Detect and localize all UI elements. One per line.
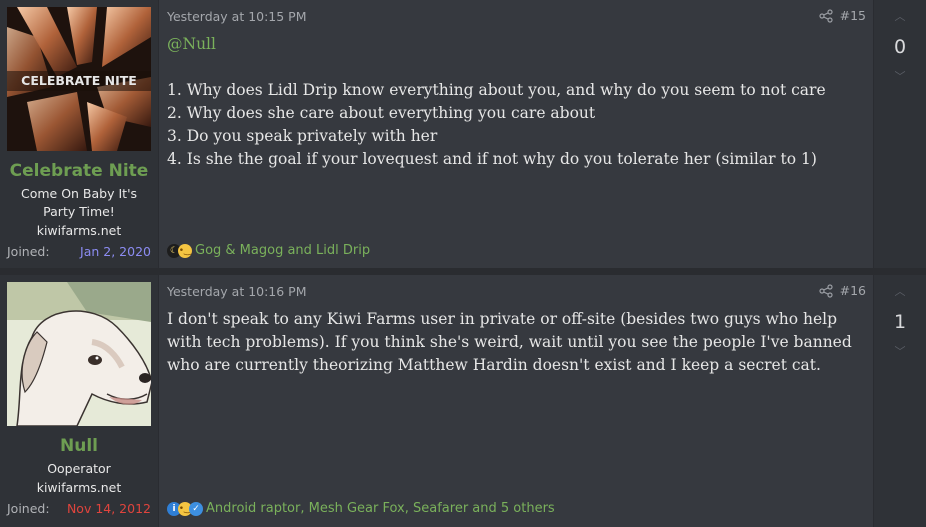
- downvote-icon[interactable]: ﹀: [874, 68, 926, 84]
- user-panel: Null Ooperator kiwifarms.net Joined: Nov…: [0, 275, 159, 527]
- post-main: Yesterday at 10:16 PM #16 I don't speak …: [159, 275, 873, 527]
- reaction-icons: i •‿ ✓: [167, 501, 203, 516]
- reactions-text[interactable]: Gog & Magog and Lidl Drip: [195, 243, 370, 258]
- joined-date: Jan 2, 2020: [80, 244, 151, 259]
- mention-link[interactable]: @Null: [167, 33, 865, 56]
- avatar[interactable]: [7, 282, 151, 426]
- vote-count: 0: [893, 36, 907, 58]
- user-site: kiwifarms.net: [36, 223, 122, 238]
- reactions-bar[interactable]: ☾ •‿ Gog & Magog and Lidl Drip: [167, 243, 370, 258]
- user-title: Ooperator: [47, 461, 111, 476]
- post-body: @Null 1. Why does Lidl Drip know everyth…: [167, 33, 865, 171]
- avatar-image: CELEBRATE NITE: [7, 7, 151, 151]
- thumbs-up-icon: ✓: [189, 501, 203, 516]
- post-date[interactable]: Yesterday at 10:15 PM: [167, 9, 307, 24]
- body-line: 3. Do you speak privately with her: [167, 127, 438, 145]
- share-icon[interactable]: [819, 284, 833, 298]
- downvote-icon[interactable]: ﹀: [874, 343, 926, 359]
- reaction-icons: ☾ •‿: [167, 243, 192, 258]
- username[interactable]: Null: [0, 436, 158, 456]
- post-15: CELEBRATE NITE Celebrate Nite Come On Ba…: [0, 0, 926, 268]
- body-line: 1. Why does Lidl Drip know everything ab…: [167, 81, 826, 99]
- joined-label: Joined:: [7, 244, 50, 259]
- post-number[interactable]: #15: [840, 8, 866, 23]
- thinking-face-icon: •‿: [178, 243, 192, 258]
- post-16: Null Ooperator kiwifarms.net Joined: Nov…: [0, 275, 926, 527]
- user-panel: CELEBRATE NITE Celebrate Nite Come On Ba…: [0, 0, 159, 268]
- reactions-text[interactable]: Android raptor, Mesh Gear Fox, Seafarer …: [206, 501, 555, 516]
- post-date[interactable]: Yesterday at 10:16 PM: [167, 284, 307, 299]
- vote-panel: ︿ 1 ﹀: [873, 275, 926, 527]
- avatar-image: [7, 282, 151, 426]
- post-body: I don't speak to any Kiwi Farms user in …: [167, 310, 852, 374]
- avatar-text: CELEBRATE NITE: [21, 73, 137, 88]
- upvote-icon[interactable]: ︿: [874, 8, 926, 24]
- joined-date: Nov 14, 2012: [66, 501, 151, 516]
- body-line: 4. Is she the goal if your lovequest and…: [167, 150, 817, 168]
- share-icon[interactable]: [819, 9, 833, 23]
- vote-panel: ︿ 0 ﹀: [873, 0, 926, 268]
- post-number[interactable]: #16: [840, 283, 866, 298]
- post-main: Yesterday at 10:15 PM #15 @Null 1. Why d…: [159, 0, 873, 268]
- user-title: Come On Baby It's Party Time!: [20, 186, 138, 219]
- vote-count: 1: [893, 311, 907, 333]
- username[interactable]: Celebrate Nite: [0, 161, 158, 181]
- user-site: kiwifarms.net: [36, 480, 122, 495]
- reactions-bar[interactable]: i •‿ ✓ Android raptor, Mesh Gear Fox, Se…: [167, 501, 555, 516]
- body-line: 2. Why does she care about everything yo…: [167, 104, 596, 122]
- joined-label: Joined:: [7, 501, 50, 516]
- post-separator: [0, 268, 926, 275]
- upvote-icon[interactable]: ︿: [874, 283, 926, 299]
- avatar[interactable]: CELEBRATE NITE: [7, 7, 151, 151]
